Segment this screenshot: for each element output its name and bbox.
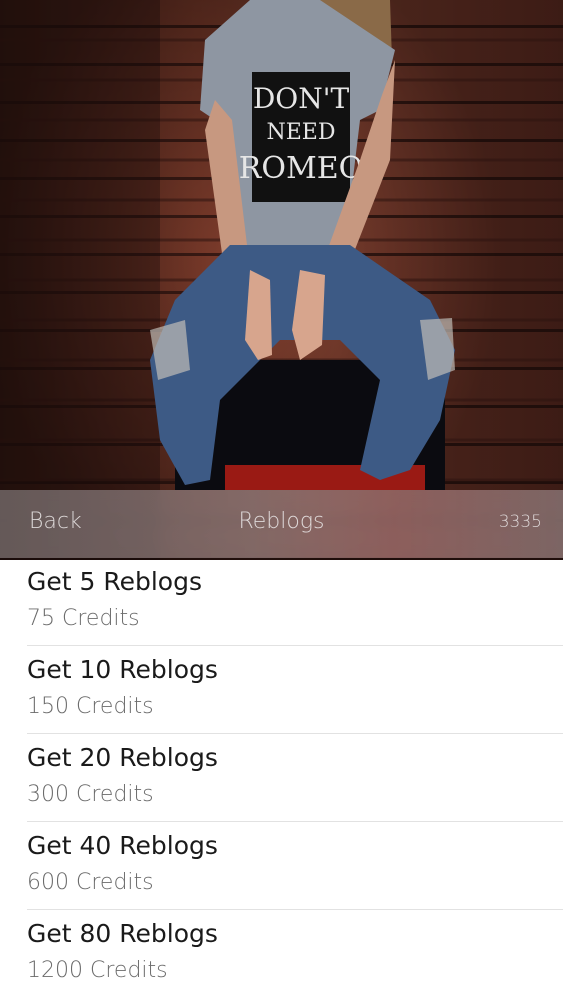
nav-bar: Back Reblogs 3335 (0, 490, 563, 558)
page-title: Reblogs (238, 509, 325, 534)
package-row[interactable]: Get 80 Reblogs 1200 Credits (0, 910, 563, 998)
shirt-print-line3: ROMEO (239, 151, 363, 186)
app-screen: DON'T NEED ROMEO Back Reblogs 3335 Get 5… (0, 0, 563, 1000)
hero-photo: DON'T NEED ROMEO (0, 0, 563, 560)
shirt-print-line1: DON'T (253, 82, 350, 115)
reblog-package-list: Get 5 Reblogs 75 Credits Get 10 Reblogs … (0, 558, 563, 998)
package-title: Get 80 Reblogs (27, 919, 218, 948)
shirt-print-line2: NEED (266, 120, 335, 145)
package-row[interactable]: Get 10 Reblogs 150 Credits (0, 646, 563, 734)
package-price: 150 Credits (27, 694, 154, 719)
package-title: Get 20 Reblogs (27, 743, 218, 772)
package-price: 75 Credits (27, 606, 140, 631)
hero-illustration: DON'T NEED ROMEO (0, 0, 563, 560)
package-title: Get 5 Reblogs (27, 567, 202, 596)
package-title: Get 10 Reblogs (27, 655, 218, 684)
package-price: 300 Credits (27, 782, 154, 807)
package-price: 1200 Credits (27, 958, 168, 983)
package-title: Get 40 Reblogs (27, 831, 218, 860)
package-row[interactable]: Get 40 Reblogs 600 Credits (0, 822, 563, 910)
package-row[interactable]: Get 20 Reblogs 300 Credits (0, 734, 563, 822)
credits-balance: 3335 (498, 512, 542, 532)
package-row[interactable]: Get 5 Reblogs 75 Credits (0, 558, 563, 646)
package-price: 600 Credits (27, 870, 154, 895)
